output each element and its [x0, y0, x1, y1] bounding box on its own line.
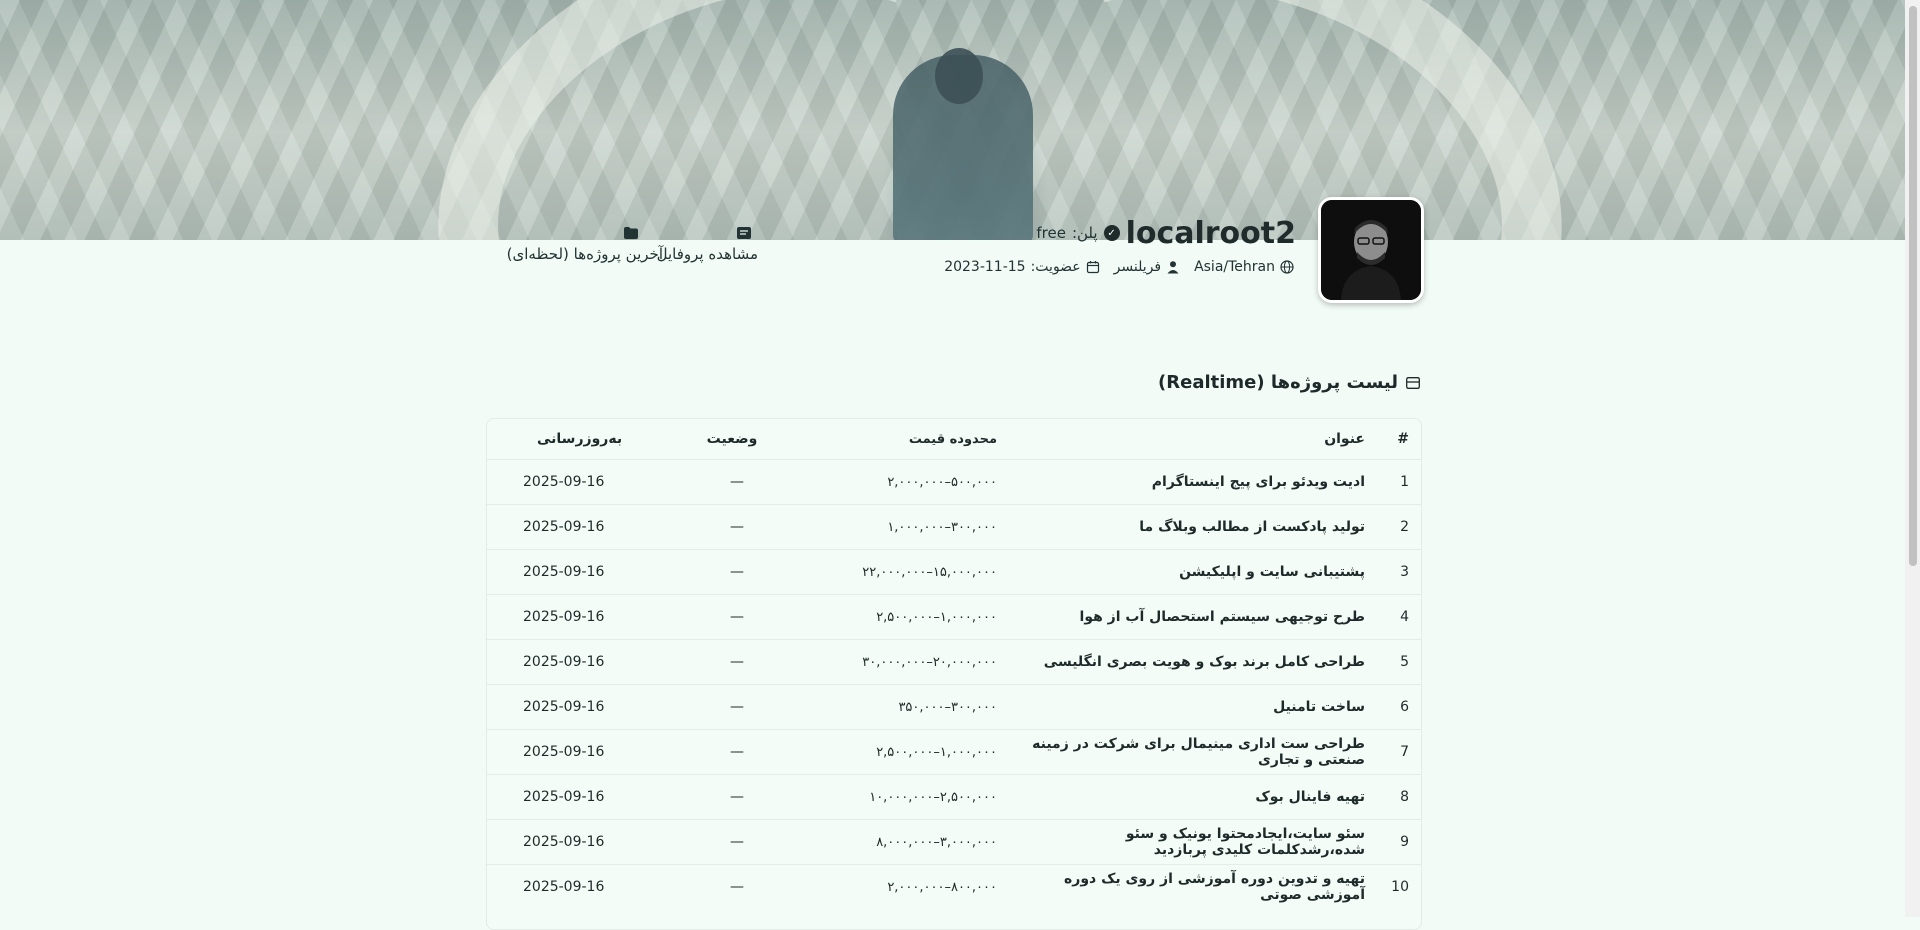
row-title[interactable]: سئو سایت،ایجادمحتوا یونیک و سئو شده،رشدک… — [1007, 819, 1375, 865]
table-row[interactable]: 2 تولید پادکست از مطالب وبلاگ ما ۳۰۰,۰۰۰… — [487, 504, 1421, 550]
row-status: — — [647, 729, 827, 775]
table-header-row: # عنوان محدوده قیمت وضعیت به‌روزرسانی — [487, 419, 1421, 460]
row-status: — — [647, 639, 827, 685]
row-price: ۵۰۰,۰۰۰–۲,۰۰۰,۰۰۰ — [827, 459, 1007, 505]
timezone-text: Asia/Tehran — [1194, 259, 1275, 275]
col-header-updated: به‌روزرسانی — [537, 431, 623, 447]
user-icon — [1167, 261, 1179, 274]
row-updated: 2025-09-16 — [487, 459, 647, 505]
row-price: ۲,۵۰۰,۰۰۰–۱۰,۰۰۰,۰۰۰ — [827, 774, 1007, 820]
row-status: — — [647, 864, 827, 909]
table-icon — [1406, 376, 1420, 389]
scrollbar-thumb[interactable] — [1909, 6, 1917, 566]
profile-links: مشاهده پروفایل آخرین پروژه‌ها (لحظه‌ای) — [488, 227, 758, 267]
row-num: 3 — [1375, 549, 1421, 595]
row-price: ۱,۰۰۰,۰۰۰–۲,۵۰۰,۰۰۰ — [827, 594, 1007, 640]
table-row[interactable]: 1 ادیت ویدئو برای پیج اینستاگرام ۵۰۰,۰۰۰… — [487, 459, 1421, 505]
row-title[interactable]: طراحی کامل برند بوک و هویت بصری انگلیسی — [1007, 639, 1375, 685]
row-updated: 2025-09-16 — [487, 639, 647, 685]
plan-label: پلن: — [1071, 224, 1098, 242]
member-since-label: عضویت: — [1030, 259, 1081, 275]
row-num: 7 — [1375, 729, 1421, 775]
row-title[interactable]: تهیه فاینال بوک — [1007, 774, 1375, 820]
row-num: 5 — [1375, 639, 1421, 685]
row-status: — — [647, 819, 827, 865]
projects-table: # عنوان محدوده قیمت وضعیت به‌روزرسانی 1 … — [486, 418, 1422, 930]
row-status: — — [647, 459, 827, 505]
verified-check-icon: ✓ — [1103, 225, 1120, 241]
globe-icon — [1280, 260, 1294, 274]
username: localroot2 — [1125, 215, 1296, 251]
row-num: 2 — [1375, 504, 1421, 550]
role-item: فریلنسر — [1114, 259, 1180, 275]
folder-icon — [624, 227, 638, 239]
row-title[interactable]: طرح توجیهی سیستم استحصال آب از هوا — [1007, 594, 1375, 640]
row-price: ۱,۰۰۰,۰۰۰–۲,۵۰۰,۰۰۰ — [827, 729, 1007, 775]
col-header-status: وضعیت — [706, 431, 758, 447]
row-updated: 2025-09-16 — [487, 729, 647, 775]
row-status: — — [647, 774, 827, 820]
row-status: — — [647, 504, 827, 550]
table-row[interactable]: 3 پشتیبانی سایت و اپلیکیشن ۱۵,۰۰۰,۰۰۰–۲۲… — [487, 549, 1421, 595]
row-title[interactable]: پشتیبانی سایت و اپلیکیشن — [1007, 549, 1375, 595]
section-header: لیست پروژه‌ها (Realtime) — [1158, 372, 1420, 393]
table-row[interactable]: 7 طراحی ست اداری مینیمال برای شرکت در زم… — [487, 729, 1421, 775]
table-row[interactable]: 5 طراحی کامل برند بوک و هویت بصری انگلیس… — [487, 639, 1421, 685]
member-since-item: عضویت: 2023-11-15 — [944, 259, 1099, 275]
page-scrollbar[interactable] — [1905, 0, 1920, 917]
member-since-date: 2023-11-15 — [944, 259, 1026, 275]
row-price: ۳۰۰,۰۰۰–۳۵۰,۰۰۰ — [827, 684, 1007, 730]
col-header-price: محدوده قیمت — [908, 431, 997, 447]
row-updated: 2025-09-16 — [487, 774, 647, 820]
col-header-num: # — [1397, 431, 1409, 447]
cover-image — [0, 0, 1905, 240]
row-updated: 2025-09-16 — [487, 864, 647, 909]
row-title[interactable]: طراحی ست اداری مینیمال برای شرکت در زمین… — [1007, 729, 1375, 775]
row-price: ۲۰,۰۰۰,۰۰۰–۳۰,۰۰۰,۰۰۰ — [827, 639, 1007, 685]
row-price: ۱۵,۰۰۰,۰۰۰–۲۲,۰۰۰,۰۰۰ — [827, 549, 1007, 595]
timezone-item: Asia/Tehran — [1194, 259, 1294, 275]
row-price: ۳۰۰,۰۰۰–۱,۰۰۰,۰۰۰ — [827, 504, 1007, 550]
row-updated: 2025-09-16 — [487, 594, 647, 640]
row-title[interactable]: ادیت ویدئو برای پیج اینستاگرام — [1007, 459, 1375, 505]
table-row[interactable]: 8 تهیه فاینال بوک ۲,۵۰۰,۰۰۰–۱۰,۰۰۰,۰۰۰ —… — [487, 774, 1421, 820]
row-updated: 2025-09-16 — [487, 549, 647, 595]
row-updated: 2025-09-16 — [487, 684, 647, 730]
row-title[interactable]: تولید پادکست از مطالب وبلاگ ما — [1007, 504, 1375, 550]
row-title[interactable]: ساخت تامنیل — [1007, 684, 1375, 730]
col-header-title: عنوان — [1324, 431, 1365, 447]
row-status: — — [647, 594, 827, 640]
row-title[interactable]: تهیه و تدوین دوره آموزشی از روی یک دوره … — [1007, 864, 1375, 909]
row-updated: 2025-09-16 — [487, 504, 647, 550]
profile-name-row: localroot2 ✓ پلن: free — [1036, 215, 1296, 251]
row-price: ۳,۰۰۰,۰۰۰–۸,۰۰۰,۰۰۰ — [827, 819, 1007, 865]
table-row[interactable]: 4 طرح توجیهی سیستم استحصال آب از هوا ۱,۰… — [487, 594, 1421, 640]
latest-projects-link[interactable]: آخرین پروژه‌ها (لحظه‌ای) — [507, 245, 663, 263]
row-num: 10 — [1375, 864, 1421, 909]
plan-value: free — [1036, 224, 1066, 242]
table-row[interactable]: 9 سئو سایت،ایجادمحتوا یونیک و سئو شده،رش… — [487, 819, 1421, 865]
role-text: فریلنسر — [1113, 259, 1162, 275]
row-num: 4 — [1375, 594, 1421, 640]
avatar — [1318, 197, 1424, 303]
view-profile-link[interactable]: مشاهده پروفایل — [657, 245, 758, 263]
row-num: 9 — [1375, 819, 1421, 865]
section-title: لیست پروژه‌ها (Realtime) — [1158, 372, 1398, 393]
row-num: 8 — [1375, 774, 1421, 820]
table-row[interactable]: 10 تهیه و تدوین دوره آموزشی از روی یک دو… — [487, 864, 1421, 909]
row-price: ۸۰۰,۰۰۰–۲,۰۰۰,۰۰۰ — [827, 864, 1007, 909]
row-updated: 2025-09-16 — [487, 819, 647, 865]
cover-figure-head — [935, 48, 983, 104]
row-status: — — [647, 549, 827, 595]
avatar-portrait-icon — [1321, 200, 1421, 300]
row-status: — — [647, 684, 827, 730]
row-num: 6 — [1375, 684, 1421, 730]
id-card-icon — [737, 227, 751, 239]
row-num: 1 — [1375, 459, 1421, 505]
calendar-icon — [1086, 261, 1099, 274]
profile-meta: Asia/Tehran فریلنسر عضویت: 2023-11-15 — [944, 257, 1294, 277]
table-row[interactable]: 6 ساخت تامنیل ۳۰۰,۰۰۰–۳۵۰,۰۰۰ — 2025-09-… — [487, 684, 1421, 730]
